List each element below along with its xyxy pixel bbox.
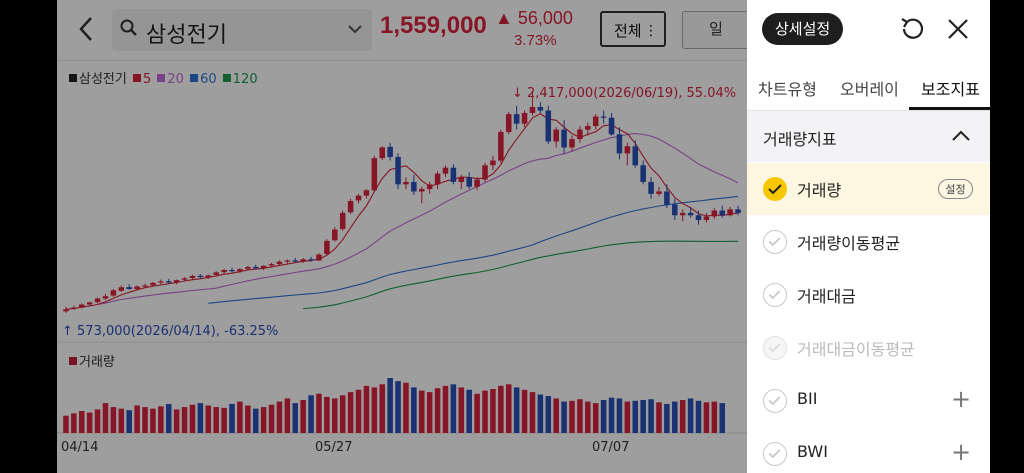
modal-dim-overlay[interactable]: [57, 0, 747, 473]
check-icon[interactable]: [763, 283, 787, 307]
indicator-label: 거래대금: [797, 287, 856, 306]
reset-button[interactable]: [897, 14, 927, 44]
close-icon: [948, 19, 968, 39]
indicator-label: 거래대금이동평균: [797, 340, 915, 359]
panel-tabs: 차트유형 오버레이 보조지표: [747, 64, 990, 111]
indicator-label: BWI: [797, 442, 828, 461]
indicator-row-trade-value[interactable]: 거래대금: [747, 269, 990, 321]
refresh-icon: [901, 18, 924, 39]
check-icon[interactable]: [763, 230, 787, 254]
indicator-settings-button[interactable]: 설정: [938, 179, 973, 199]
indicator-label: 거래량: [797, 181, 842, 200]
indicator-label: 거래량이동평균: [797, 234, 901, 253]
chevron-up-icon: [950, 125, 972, 151]
active-tab-indicator: [909, 107, 990, 110]
indicator-row-trade-value-ma: 거래대금이동평균: [747, 322, 990, 374]
tab-chart-type[interactable]: 차트유형: [758, 76, 817, 100]
tab-indicators[interactable]: 보조지표: [921, 76, 980, 100]
panel-title: 상세설정: [762, 13, 844, 45]
indicator-row-volume-ma[interactable]: 거래량이동평균: [747, 216, 990, 268]
tab-overlay[interactable]: 오버레이: [840, 76, 899, 100]
section-header-volume-indicators[interactable]: 거래량지표: [747, 111, 990, 162]
add-icon[interactable]: +: [951, 438, 971, 466]
right-edge: [990, 0, 1024, 473]
close-button[interactable]: [943, 14, 973, 44]
indicator-row-volume[interactable]: 거래량 설정: [747, 163, 990, 215]
check-icon[interactable]: [763, 389, 787, 413]
detail-settings-panel: 상세설정 차트유형 오버레이 보조지표 거래량지표 거래량 설정 거래량이동평균…: [747, 0, 990, 473]
indicator-row-bii[interactable]: BII +: [747, 375, 990, 427]
check-icon[interactable]: [763, 442, 787, 466]
left-edge: [0, 0, 57, 473]
add-icon[interactable]: +: [951, 385, 971, 413]
check-icon[interactable]: [763, 177, 787, 201]
check-icon: [763, 336, 787, 360]
section-title: 거래량지표: [763, 130, 837, 149]
indicator-row-bwi[interactable]: BWI +: [747, 428, 990, 473]
indicator-label: BII: [797, 389, 818, 408]
